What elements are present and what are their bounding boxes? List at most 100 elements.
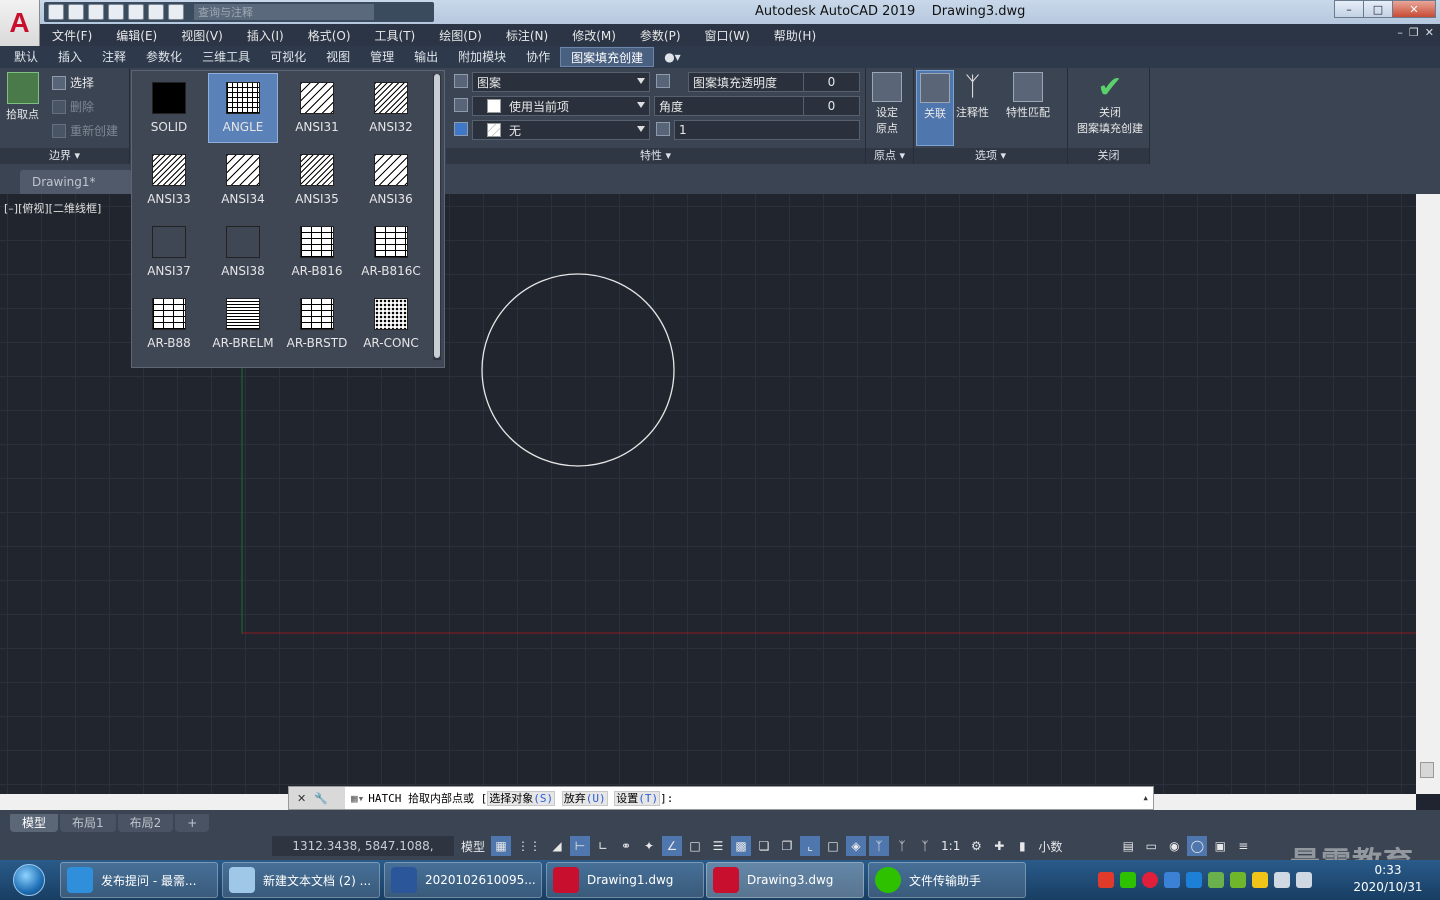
pattern-ar-brelm[interactable]: AR-BRELM xyxy=(208,289,278,359)
polar-tracking-icon[interactable]: ⚭ xyxy=(616,836,637,856)
redo-icon[interactable] xyxy=(168,4,184,20)
3d-osnap-icon[interactable]: ❐ xyxy=(777,836,798,856)
pattern-ar-b816[interactable]: AR-B816 xyxy=(282,217,352,287)
tab-view[interactable]: 视图 xyxy=(316,47,360,67)
taskbar-word[interactable]: 2020102610095... xyxy=(384,862,542,898)
panel-title-options[interactable]: 选项 ▾ xyxy=(914,148,1067,164)
annotation-monitor-icon[interactable]: ✚ xyxy=(989,836,1010,856)
file-tab-drawing1[interactable]: Drawing1* xyxy=(20,170,132,194)
vertical-scrollbar[interactable] xyxy=(1416,194,1440,794)
lock-ui-icon[interactable]: ▭ xyxy=(1141,836,1162,856)
menu-view[interactable]: 视图(V) xyxy=(169,27,235,44)
annotative-button[interactable]: ᛉ 注释性 xyxy=(956,72,989,120)
menu-help[interactable]: 帮助(H) xyxy=(762,27,828,44)
wechat-tray-icon[interactable] xyxy=(1120,872,1136,888)
pattern-ansi37[interactable]: ANSI37 xyxy=(134,217,204,287)
minimize-button[interactable]: – xyxy=(1334,0,1364,18)
gizmo-icon[interactable]: ◈ xyxy=(846,836,867,856)
tab-annotate[interactable]: 注释 xyxy=(92,47,136,67)
recent-commands-icon[interactable]: ▦▾ xyxy=(351,792,364,805)
tab-default[interactable]: 默认 xyxy=(4,47,48,67)
menu-file[interactable]: 文件(F) xyxy=(40,27,104,44)
workspace-search[interactable]: 查询与注释 xyxy=(194,4,374,20)
tab-addins[interactable]: 附加模块 xyxy=(448,47,516,67)
selection-filter-icon[interactable]: □ xyxy=(823,836,844,856)
network-cube-icon[interactable] xyxy=(1186,872,1202,888)
menu-modify[interactable]: 修改(M) xyxy=(560,27,628,44)
nvidia-icon[interactable] xyxy=(1230,872,1246,888)
menu-insert[interactable]: 插入(I) xyxy=(235,27,296,44)
taskbar-drawing1[interactable]: Drawing1.dwg xyxy=(546,862,704,898)
recreate-boundary-button[interactable]: 重新创建 xyxy=(52,122,118,139)
menu-draw[interactable]: 绘图(D) xyxy=(427,27,494,44)
application-menu-button[interactable]: A xyxy=(0,0,40,46)
circle-entity[interactable] xyxy=(481,273,675,467)
customization-menu-icon[interactable]: ≡ xyxy=(1233,836,1254,856)
pattern-ansi33[interactable]: ANSI33 xyxy=(134,145,204,215)
taskbar-drawing3[interactable]: Drawing3.dwg xyxy=(706,862,864,898)
transparency-field[interactable]: 图案填充透明度 0 xyxy=(688,72,860,92)
isodraft-icon[interactable]: ✦ xyxy=(639,836,660,856)
taskbar-wechat-file-transfer[interactable]: 文件传输助手 xyxy=(868,862,1026,898)
print-icon[interactable] xyxy=(128,4,144,20)
angle-field[interactable]: 角度 0 xyxy=(654,96,860,116)
vertical-scroll-thumb[interactable] xyxy=(1420,762,1434,778)
network-icon[interactable] xyxy=(1274,872,1290,888)
dynamic-input-icon[interactable]: ⊢ xyxy=(570,836,591,856)
tab-layout1[interactable]: 布局1 xyxy=(60,814,116,832)
match-properties-button[interactable]: 特性匹配 xyxy=(1006,72,1050,120)
associative-button[interactable]: 关联 xyxy=(916,70,954,146)
transparency-toggle-icon[interactable]: ▩ xyxy=(731,836,752,856)
tray-app-icon[interactable] xyxy=(1208,872,1224,888)
panel-title-boundary[interactable]: 边界 ▾ xyxy=(0,148,129,164)
pattern-ansi32[interactable]: ANSI32 xyxy=(356,73,426,143)
close-hatch-creation-button[interactable]: ✔ 关闭 图案填充创建 xyxy=(1072,72,1148,136)
annotation-scale-value[interactable]: 1:1 xyxy=(938,836,964,856)
units-select[interactable]: 小数 xyxy=(1035,836,1116,856)
tab-visualize[interactable]: 可视化 xyxy=(260,47,316,67)
quick-properties-icon[interactable]: ▤ xyxy=(1118,836,1139,856)
pattern-ansi35[interactable]: ANSI35 xyxy=(282,145,352,215)
ribbon-minimize-toggle[interactable]: ●▾ xyxy=(654,47,691,67)
panel-title-properties[interactable]: 特性 ▾ xyxy=(446,148,865,164)
tab-manage[interactable]: 管理 xyxy=(360,47,404,67)
tab-collaborate[interactable]: 协作 xyxy=(516,47,560,67)
dynamic-ucs-icon[interactable]: ⌞ xyxy=(800,836,821,856)
taskbar-notepad[interactable]: 新建文本文档 (2) ... xyxy=(222,862,380,898)
undo-icon[interactable] xyxy=(148,4,164,20)
object-snap-tracking-icon[interactable]: ∠ xyxy=(662,836,683,856)
menu-edit[interactable]: 编辑(E) xyxy=(104,27,169,44)
pattern-type-select[interactable]: 图案 xyxy=(472,72,650,92)
open-file-icon[interactable] xyxy=(68,4,84,20)
lineweight-icon[interactable]: ☰ xyxy=(708,836,729,856)
workspace-gear-icon[interactable]: ⚙ xyxy=(966,836,987,856)
security-shield-icon[interactable] xyxy=(1164,872,1180,888)
clock[interactable]: 0:33 2020/10/31 xyxy=(1350,862,1426,896)
tab-3d-tools[interactable]: 三维工具 xyxy=(192,47,260,67)
infer-constraints-icon[interactable]: ◢ xyxy=(547,836,568,856)
taskbar-ie[interactable]: 发布提问 - 最需... xyxy=(60,862,218,898)
menu-format[interactable]: 格式(O) xyxy=(296,27,363,44)
weibo-icon[interactable] xyxy=(1142,872,1158,888)
option-select-objects[interactable]: 选择对象(S) xyxy=(487,791,556,806)
object-snap-icon[interactable]: □ xyxy=(685,836,706,856)
ortho-icon[interactable]: ∟ xyxy=(593,836,614,856)
hardware-acceleration-icon[interactable]: ◯ xyxy=(1187,836,1208,856)
tray-colorful-icon[interactable] xyxy=(1252,872,1268,888)
doc-restore-icon[interactable]: ❐ xyxy=(1409,26,1419,39)
doc-minimize-icon[interactable]: – xyxy=(1397,26,1403,39)
clean-screen-icon[interactable]: ▣ xyxy=(1210,836,1231,856)
background-color-select[interactable]: 无 xyxy=(472,120,650,140)
add-layout-button[interactable]: + xyxy=(175,814,210,832)
tab-layout2[interactable]: 布局2 xyxy=(117,814,174,832)
gallery-scroll-thumb[interactable] xyxy=(434,74,440,358)
isolate-objects-icon[interactable]: ◉ xyxy=(1164,836,1185,856)
start-button[interactable] xyxy=(4,862,54,898)
pattern-ar-conc[interactable]: AR-CONC xyxy=(356,289,426,359)
tab-insert[interactable]: 插入 xyxy=(48,47,92,67)
panel-title-origin[interactable]: 原点 ▾ xyxy=(866,148,913,164)
option-settings[interactable]: 设置(T) xyxy=(614,791,661,806)
select-objects-button[interactable]: 选择 xyxy=(52,74,94,91)
option-undo[interactable]: 放弃(U) xyxy=(561,791,608,806)
close-button[interactable]: ✕ xyxy=(1392,0,1436,18)
